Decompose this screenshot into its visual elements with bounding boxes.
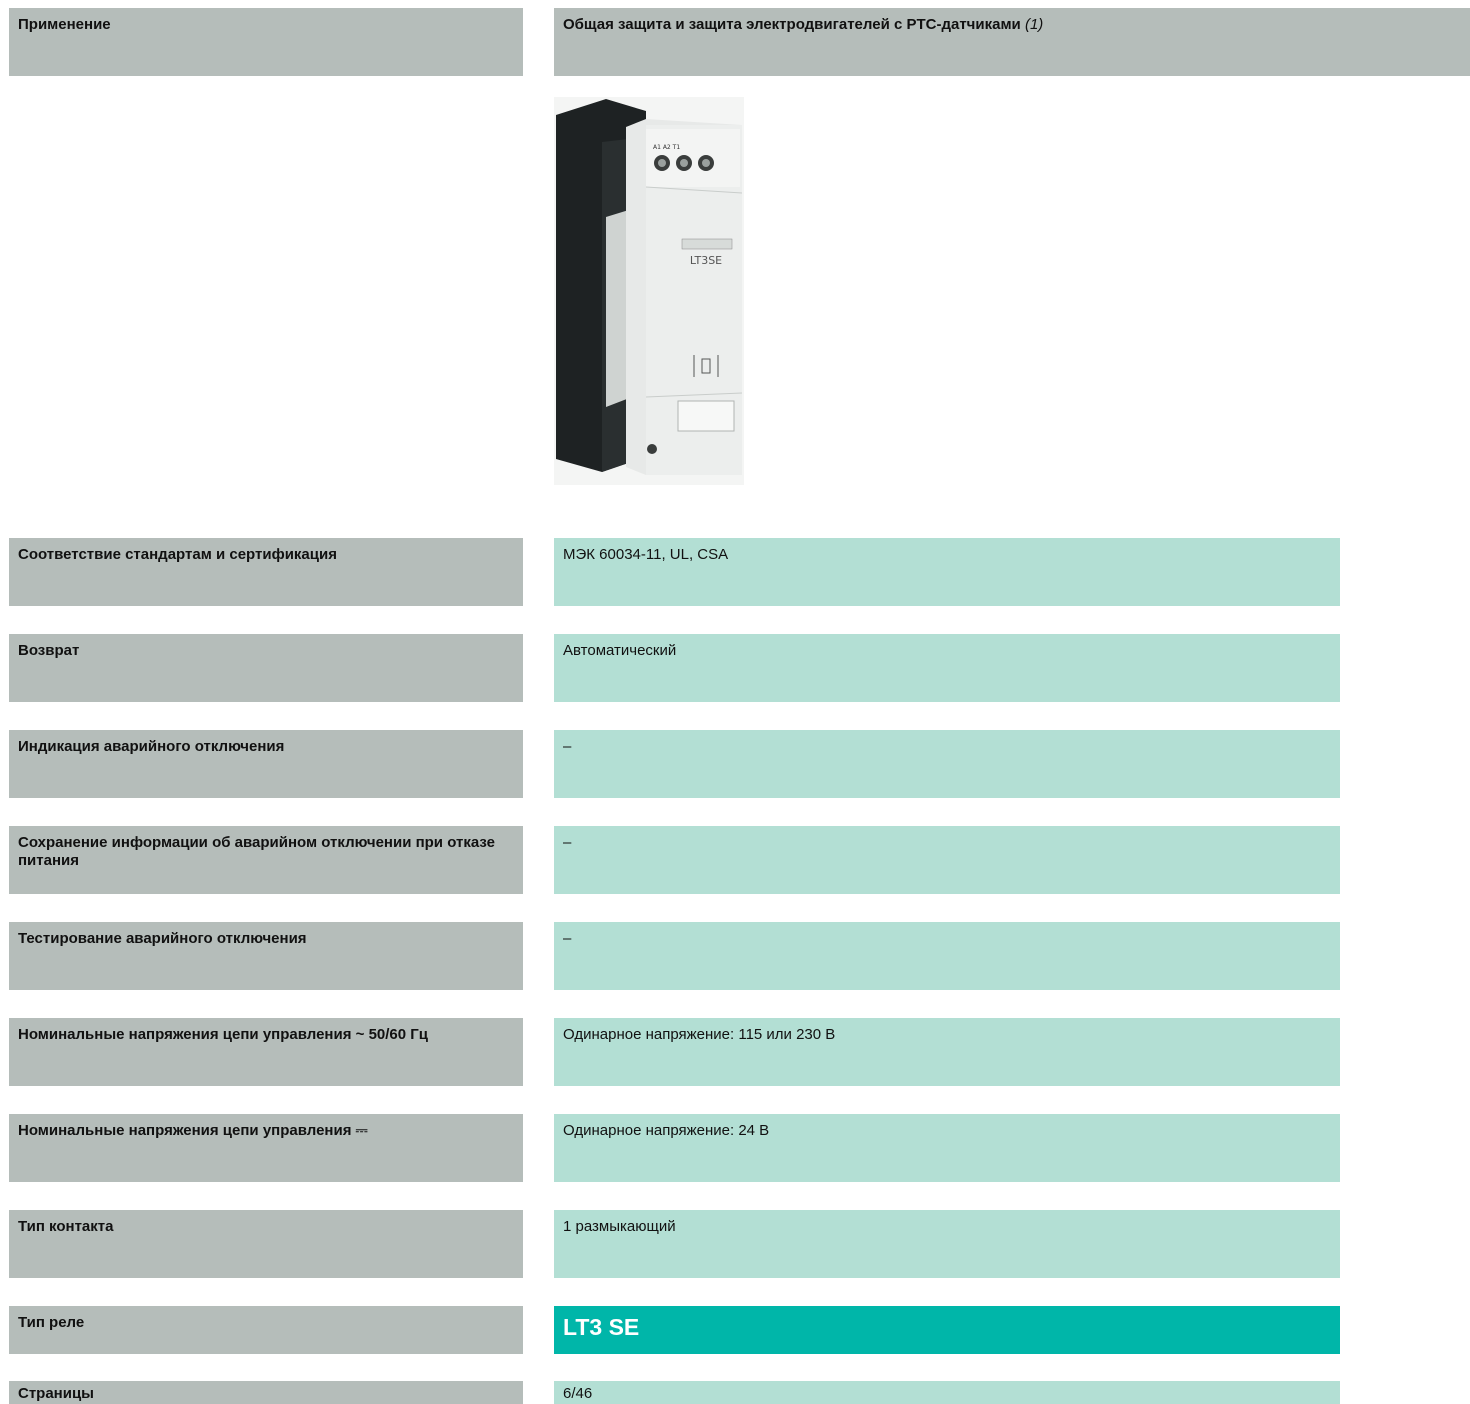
row-value-relay-type: LT3 SE	[554, 1306, 1340, 1354]
header-title-cell: Общая защита и защита электродвигателей …	[554, 8, 1470, 76]
row-value-standards: МЭК 60034-11, UL, CSA	[554, 538, 1340, 606]
row-value-contact-type: 1 размыкающий	[554, 1210, 1340, 1278]
row-label-trip-indication: Индикация аварийного отключения	[9, 730, 523, 798]
row-label-trip-test: Тестирование аварийного отключения	[9, 922, 523, 990]
header-label-cell: Применение	[9, 8, 523, 76]
row-label-contact-type: Тип контакта	[9, 1210, 523, 1278]
header-label: Применение	[18, 16, 111, 33]
relay-product-image: A1 A2 T1 LT3SE	[554, 97, 744, 485]
row-label-dc-control-voltage: Номинальные напряжения цепи управления ⎓	[9, 1114, 523, 1182]
row-value-trip-test: –	[554, 922, 1340, 990]
dc-symbol-icon: ⎓	[355, 1122, 368, 1139]
row-value-pages[interactable]: 6/46	[554, 1381, 1340, 1404]
header-note: (1)	[1024, 16, 1044, 33]
svg-text:A1 A2 T1: A1 A2 T1	[653, 144, 680, 151]
row-value-dc-control-voltage: Одинарное напряжение: 24 В	[554, 1114, 1340, 1182]
ac-symbol-icon: ~	[355, 1026, 365, 1043]
row-label-standards: Соответствие стандартам и сертификация	[9, 538, 523, 606]
row-label-reset: Возврат	[9, 634, 523, 702]
row-label-pages: Страницы	[9, 1381, 523, 1404]
row-value-trip-indication: –	[554, 730, 1340, 798]
svg-text:LT3SE: LT3SE	[690, 254, 722, 267]
row-label-ac-control-voltage: Номинальные напряжения цепи управления ~…	[9, 1018, 523, 1086]
row-value-reset: Автоматический	[554, 634, 1340, 702]
row-value-ac-control-voltage: Одинарное напряжение: 115 или 230 В	[554, 1018, 1340, 1086]
row-label-relay-type: Тип реле	[9, 1306, 523, 1354]
header-title: Общая защита и защита электродвигателей …	[563, 16, 1021, 33]
row-label-trip-memory: Сохранение информации об аварийном отклю…	[9, 826, 523, 894]
row-value-trip-memory: –	[554, 826, 1340, 894]
